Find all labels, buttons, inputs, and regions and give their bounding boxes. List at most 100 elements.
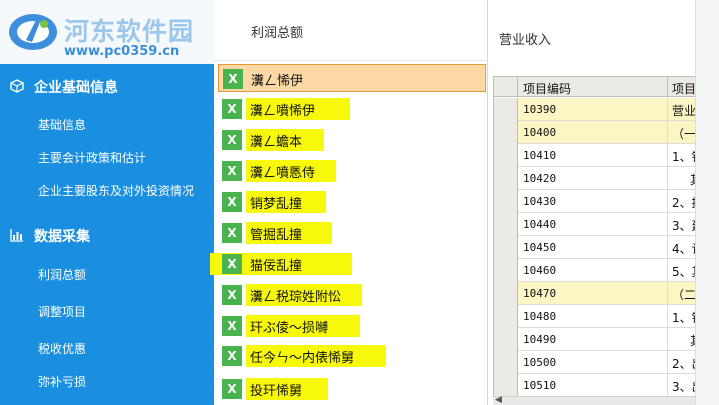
list-item[interactable]: X 任今ㄣ〜内俵悕舅 (218, 342, 486, 370)
list-item-label: 玕ぶ倰〜损嚩 (250, 321, 329, 336)
table-row[interactable]: 10450 4、让 (494, 236, 718, 259)
list-item[interactable]: X 瀵ㄥ悕伊 (218, 64, 486, 92)
row-header[interactable] (494, 351, 518, 374)
table-row[interactable]: 10430 2、提 (494, 190, 718, 213)
list-item-label: 投玕悕舅 (250, 384, 303, 399)
list-item[interactable]: X 猫佞乱撞 (210, 250, 486, 278)
cell-divider (667, 121, 668, 144)
row-header[interactable] (494, 305, 518, 328)
list-item[interactable]: X 销梦乱撞 (218, 188, 486, 216)
section-basic-info[interactable]: 企业基础信息 (0, 71, 214, 101)
excel-icon: X (222, 161, 242, 181)
excel-icon: X (222, 379, 242, 399)
row-header[interactable] (494, 259, 518, 282)
row-header[interactable] (494, 190, 518, 213)
row-header[interactable] (494, 167, 518, 190)
cell-divider (667, 144, 668, 167)
cell-code: 10490 (523, 333, 557, 346)
row-header[interactable] (494, 236, 518, 259)
nav-loss-offset[interactable]: 弥补亏损 (38, 373, 86, 390)
column-header-name[interactable]: 项目 (672, 80, 696, 97)
section-label: 企业基础信息 (34, 80, 118, 96)
cell-code: 10480 (523, 310, 557, 323)
cell-code: 10450 (523, 241, 557, 254)
list-item[interactable]: X 投玕悕舅 (218, 375, 486, 403)
panel-title: 营业收入 (499, 33, 552, 48)
logo: 河东软件园 www.pc0359.cn (0, 0, 214, 64)
cell-code: 10460 (523, 264, 557, 277)
row-header[interactable] (494, 374, 518, 397)
nav-adjustments[interactable]: 调整项目 (38, 303, 86, 320)
list-item-label: 销梦乱撞 (250, 197, 303, 212)
logo-url: www.pc0359.cn (64, 44, 180, 59)
list-item-label: 瀵ㄥ噴悘侍 (250, 166, 316, 181)
list-item[interactable]: X 玕ぶ倰〜损嚩 (218, 312, 486, 340)
row-header[interactable] (494, 282, 518, 305)
list-item-label: 管掘乱撞 (250, 228, 303, 243)
table-row[interactable]: 10410 1、销 (494, 144, 718, 167)
table-row[interactable]: 10390 营业收 (494, 98, 718, 121)
column-divider[interactable] (667, 77, 668, 97)
window-edge (695, 0, 719, 405)
cell-divider (667, 328, 668, 351)
detail-panel: 营业收入 项目编码 项目 10390 营业收 10400 （一 10410 1、… (489, 0, 719, 405)
nav-profit-total[interactable]: 利润总额 (38, 266, 86, 283)
row-header[interactable] (494, 121, 518, 144)
nav-shareholders[interactable]: 企业主要股东及对外投资情况 (38, 182, 194, 199)
cell-divider (667, 236, 668, 259)
sidebar: 河东软件园 www.pc0359.cn 企业基础信息 基础信息 主要会计政策和估… (0, 0, 214, 405)
table-row[interactable]: 10490 其 (494, 328, 718, 351)
list-item[interactable]: X 瀵ㄥ税琮姓附忪 (218, 281, 486, 309)
table-row[interactable]: 10440 3、建 (494, 213, 718, 236)
list-item-label: 瀵ㄥ噴悕伊 (250, 104, 316, 119)
row-header[interactable] (494, 213, 518, 236)
excel-icon: X (222, 285, 242, 305)
nav-accounting-policy[interactable]: 主要会计政策和估计 (38, 149, 146, 166)
column-header-code[interactable]: 项目编码 (523, 80, 571, 97)
cell-code: 10510 (523, 379, 557, 392)
table-row[interactable]: 10460 5、其 (494, 259, 718, 282)
data-grid[interactable]: 项目编码 项目 10390 营业收 10400 （一 10410 1、销 104… (493, 76, 719, 405)
row-header[interactable] (494, 98, 518, 121)
list-item-label: 瀵ㄥ悕伊 (251, 74, 304, 89)
list-item[interactable]: X 管掘乱撞 (218, 219, 486, 247)
cell-code: 10440 (523, 218, 557, 231)
list-item[interactable]: X 瀵ㄥ蟾本 (218, 126, 486, 154)
cell-divider (667, 190, 668, 213)
excel-icon: X (222, 346, 242, 366)
list-item-label: 任今ㄣ〜内俵悕舅 (250, 351, 355, 366)
excel-icon: X (222, 192, 242, 212)
table-row[interactable]: 10400 （一 (494, 121, 718, 144)
divider (214, 60, 488, 61)
grid-corner[interactable] (494, 77, 518, 97)
cell-divider (667, 98, 668, 121)
cell-divider (667, 259, 668, 282)
excel-icon: X (222, 254, 242, 274)
nav-basic-info[interactable]: 基础信息 (38, 116, 86, 133)
section-label: 数据采集 (34, 229, 90, 245)
scroll-left-icon[interactable]: ◀ (495, 395, 502, 405)
cell-code: 10420 (523, 172, 557, 185)
table-row[interactable]: 10420 其 (494, 167, 718, 190)
cell-divider (667, 351, 668, 374)
cell-code: 10390 (523, 103, 557, 116)
row-header[interactable] (494, 328, 518, 351)
cell-divider (667, 167, 668, 190)
nav-tax-incentives[interactable]: 税收优惠 (38, 340, 86, 357)
row-header[interactable] (494, 144, 518, 167)
list-item[interactable]: X 瀵ㄥ噴悘侍 (218, 157, 486, 185)
table-row[interactable]: 10500 2、出 (494, 351, 718, 374)
bar-chart-icon (10, 229, 23, 242)
section-data-collection[interactable]: 数据采集 (0, 220, 214, 250)
list-item[interactable]: X 瀵ㄥ噴悕伊 (218, 95, 486, 123)
table-row[interactable]: 10480 1、销 (494, 305, 718, 328)
horizontal-scrollbar[interactable]: ◀ (493, 395, 695, 405)
excel-icon: X (222, 99, 242, 119)
logo-name: 河东软件园 (64, 17, 195, 46)
table-row[interactable]: 10510 3、出 (494, 374, 718, 397)
cell-code: 10470 (523, 287, 557, 300)
box-icon (10, 79, 24, 93)
table-row[interactable]: 10470 （二 (494, 282, 718, 305)
cell-code: 10410 (523, 149, 557, 162)
excel-icon: X (222, 223, 242, 243)
